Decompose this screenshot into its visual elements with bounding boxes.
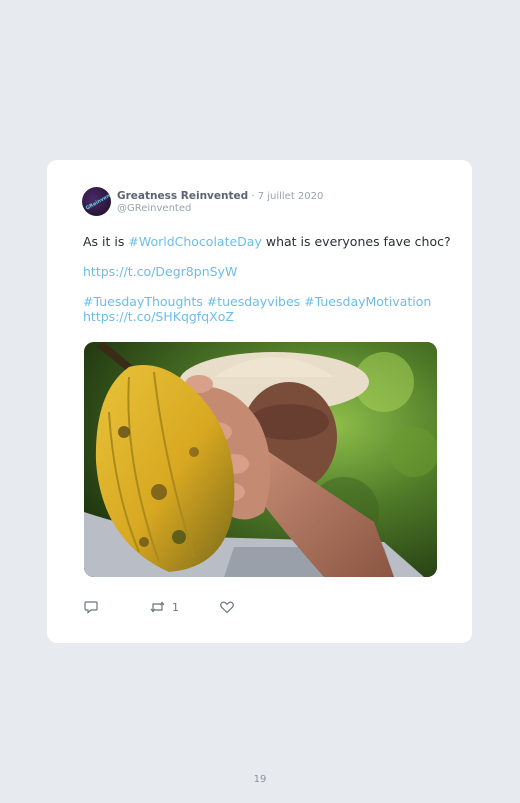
reply-button[interactable] xyxy=(83,599,99,615)
tweet-link-1[interactable]: https://t.co/Degr8pnSyW xyxy=(83,264,237,279)
author-line: Greatness Reinvented · 7 juillet 2020 xyxy=(117,190,323,202)
reply-icon xyxy=(84,601,98,614)
tweet-link-2[interactable]: https://t.co/SHKqgfqXoZ xyxy=(83,309,234,324)
tweet-text-after: what is everyones fave choc? xyxy=(261,234,451,249)
author-name[interactable]: Greatness Reinvented xyxy=(117,190,248,202)
tweet-hashtags[interactable]: #TuesdayThoughts #tuesdayvibes #TuesdayM… xyxy=(83,294,431,309)
author-handle[interactable]: @GReinvented xyxy=(117,203,191,214)
tweet-text-before: As it is xyxy=(83,234,129,249)
heart-icon xyxy=(220,601,234,614)
tweet-date[interactable]: · 7 juillet 2020 xyxy=(248,191,323,202)
retweet-count: 1 xyxy=(172,600,179,614)
avatar-logo-text: GReinvented xyxy=(84,188,111,212)
page-number: 19 xyxy=(253,774,267,785)
tweet-photo[interactable] xyxy=(84,342,437,577)
avatar[interactable]: GReinvented xyxy=(82,187,111,216)
retweet-icon xyxy=(150,601,165,613)
tweet-text-line-1: As it is #WorldChocolateDay what is ever… xyxy=(83,234,451,249)
like-button[interactable] xyxy=(219,599,235,615)
retweet-button[interactable]: 1 xyxy=(149,599,179,615)
tweet-card: GReinvented Greatness Reinvented · 7 jui… xyxy=(47,160,472,643)
hashtag-link[interactable]: #WorldChocolateDay xyxy=(128,234,262,249)
cacao-photo-illustration xyxy=(84,342,437,577)
